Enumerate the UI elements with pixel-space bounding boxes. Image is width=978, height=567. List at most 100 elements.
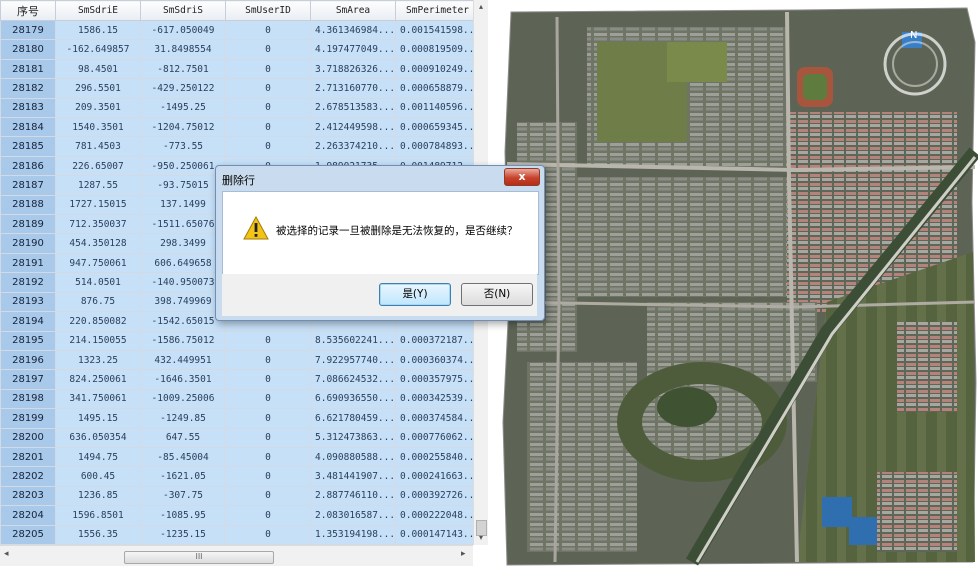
cell-smarea[interactable]: 6.690936550... bbox=[310, 388, 396, 410]
cell-smsdrie[interactable]: 781.4503 bbox=[55, 136, 141, 157]
cell-smperimeter[interactable]: 0.000342539... bbox=[395, 388, 480, 410]
cell-smsdrie[interactable]: 1540.3501 bbox=[55, 117, 141, 138]
aerial-map-image[interactable]: N bbox=[497, 2, 978, 567]
table-row[interactable]: 28179 1586.15 -617.050049 0 4.361346984... 0.… bbox=[0, 19, 480, 41]
cell-index[interactable]: 28205 bbox=[0, 524, 56, 546]
cell-smperimeter[interactable]: 0.000784893... bbox=[395, 136, 480, 157]
cell-smsdrie[interactable]: 824.250061 bbox=[55, 369, 141, 390]
cell-smsdrie[interactable]: 209.3501 bbox=[55, 97, 141, 119]
table-row[interactable]: 28185 781.4503 -773.55 0 2.263374210... 0.000… bbox=[0, 136, 480, 157]
cell-smuserid[interactable]: 0 bbox=[225, 78, 311, 99]
cell-smsdrie[interactable]: 1727.15015 bbox=[55, 194, 141, 216]
cell-smsdris[interactable]: 647.55 bbox=[140, 427, 226, 448]
cell-smarea[interactable]: 8.535602241... bbox=[310, 330, 396, 351]
cell-smarea[interactable]: 2.263374210... bbox=[310, 136, 396, 157]
table-row[interactable]: 28196 1323.25 432.449951 0 7.922957740... 0.0… bbox=[0, 349, 480, 371]
cell-smarea[interactable]: 3.718826326... bbox=[310, 58, 396, 80]
cell-smsdris[interactable]: 432.449951 bbox=[140, 349, 226, 371]
table-row[interactable]: 28182 296.5501 -429.250122 0 2.713160770... 0… bbox=[0, 78, 480, 99]
cell-smsdris[interactable]: -1085.95 bbox=[140, 505, 226, 526]
cell-smperimeter[interactable]: 0.000360374... bbox=[395, 349, 480, 371]
cell-smperimeter[interactable]: 0.000392726... bbox=[395, 485, 480, 507]
cell-smsdrie[interactable]: 1287.55 bbox=[55, 175, 141, 196]
cell-index[interactable]: 28183 bbox=[0, 97, 56, 119]
cell-index[interactable]: 28191 bbox=[0, 252, 56, 274]
column-header-smarea[interactable]: SmArea bbox=[310, 0, 396, 21]
column-header-smuserid[interactable]: SmUserID bbox=[225, 0, 311, 21]
cell-index[interactable]: 28200 bbox=[0, 427, 56, 448]
cell-smsdrie[interactable]: 1586.15 bbox=[55, 19, 141, 41]
cell-smsdrie[interactable]: 1495.15 bbox=[55, 408, 141, 429]
cell-smsdris[interactable]: 31.8498554 bbox=[140, 39, 226, 60]
table-row[interactable]: 28181 98.4501 -812.7501 0 3.718826326... 0.00… bbox=[0, 58, 480, 80]
cell-smuserid[interactable]: 0 bbox=[225, 369, 311, 390]
cell-smsdrie[interactable]: 98.4501 bbox=[55, 58, 141, 80]
table-row[interactable]: 28201 1494.75 -85.45004 0 4.090880588... 0.00… bbox=[0, 446, 480, 468]
cell-smuserid[interactable]: 0 bbox=[225, 58, 311, 80]
cell-smarea[interactable]: 6.621780459... bbox=[310, 408, 396, 429]
cell-smarea[interactable]: 2.678513583... bbox=[310, 97, 396, 119]
cell-smuserid[interactable]: 0 bbox=[225, 330, 311, 351]
cell-smsdris[interactable]: 137.1499 bbox=[140, 194, 226, 216]
column-header-smsdris[interactable]: SmSdriS bbox=[140, 0, 226, 21]
cell-smarea[interactable]: 3.481441907... bbox=[310, 466, 396, 487]
cell-smperimeter[interactable]: 0.000819509... bbox=[395, 39, 480, 60]
map-view[interactable]: N bbox=[497, 2, 978, 567]
cell-smsdris[interactable]: -85.45004 bbox=[140, 446, 226, 468]
cell-smperimeter[interactable]: 0.000241663... bbox=[395, 466, 480, 487]
cell-smsdris[interactable]: -1542.65015 bbox=[140, 311, 226, 332]
table-row[interactable]: 28197 824.250061 -1646.3501 0 7.086624532...… bbox=[0, 369, 480, 390]
cell-smuserid[interactable]: 0 bbox=[225, 505, 311, 526]
cell-smsdris[interactable]: 298.3499 bbox=[140, 233, 226, 254]
cell-smsdrie[interactable]: 947.750061 bbox=[55, 252, 141, 274]
cell-index[interactable]: 28198 bbox=[0, 388, 56, 410]
scroll-up-arrow-icon[interactable]: ▴ bbox=[474, 0, 488, 14]
cell-smsdris[interactable]: -429.250122 bbox=[140, 78, 226, 99]
table-row[interactable]: 28203 1236.85 -307.75 0 2.887746110... 0.0003… bbox=[0, 485, 480, 507]
cell-smperimeter[interactable]: 0.001541598... bbox=[395, 19, 480, 41]
cell-smsdris[interactable]: 398.749969 bbox=[140, 291, 226, 313]
yes-button[interactable]: 是(Y) bbox=[379, 283, 451, 306]
cell-smuserid[interactable]: 0 bbox=[225, 427, 311, 448]
cell-index[interactable]: 28193 bbox=[0, 291, 56, 313]
cell-smsdris[interactable]: -773.55 bbox=[140, 136, 226, 157]
cell-smuserid[interactable]: 0 bbox=[225, 97, 311, 119]
cell-smuserid[interactable]: 0 bbox=[225, 408, 311, 429]
cell-smsdrie[interactable]: 341.750061 bbox=[55, 388, 141, 410]
dialog-titlebar[interactable]: 删除行 x bbox=[216, 166, 544, 190]
cell-smsdrie[interactable]: 1323.25 bbox=[55, 349, 141, 371]
cell-smperimeter[interactable]: 0.001140596... bbox=[395, 97, 480, 119]
close-button[interactable]: x bbox=[504, 168, 540, 186]
cell-smarea[interactable]: 2.083016587... bbox=[310, 505, 396, 526]
cell-smuserid[interactable]: 0 bbox=[225, 19, 311, 41]
column-header-smsdrie[interactable]: SmSdriE bbox=[55, 0, 141, 21]
column-header-index[interactable]: 序号 bbox=[0, 0, 56, 21]
cell-smsdrie[interactable]: 712.350037 bbox=[55, 214, 141, 235]
cell-smuserid[interactable]: 0 bbox=[225, 466, 311, 487]
scroll-left-arrow-icon[interactable]: ◂ bbox=[4, 549, 9, 559]
cell-smperimeter[interactable]: 0.000222048... bbox=[395, 505, 480, 526]
cell-smsdrie[interactable]: 226.65007 bbox=[55, 155, 141, 177]
cell-smsdrie[interactable]: 454.350128 bbox=[55, 233, 141, 254]
cell-index[interactable]: 28190 bbox=[0, 233, 56, 254]
no-button[interactable]: 否(N) bbox=[461, 283, 533, 306]
cell-smuserid[interactable]: 0 bbox=[225, 388, 311, 410]
cell-index[interactable]: 28185 bbox=[0, 136, 56, 157]
cell-smsdrie[interactable]: 1494.75 bbox=[55, 446, 141, 468]
table-row[interactable]: 28199 1495.15 -1249.85 0 6.621780459... 0.000… bbox=[0, 408, 480, 429]
cell-smuserid[interactable]: 0 bbox=[225, 524, 311, 546]
cell-smsdrie[interactable]: 214.150055 bbox=[55, 330, 141, 351]
cell-smsdrie[interactable]: -162.649857 bbox=[55, 39, 141, 60]
cell-smperimeter[interactable]: 0.000374584... bbox=[395, 408, 480, 429]
cell-smuserid[interactable]: 0 bbox=[225, 446, 311, 468]
cell-smarea[interactable]: 7.086624532... bbox=[310, 369, 396, 390]
table-row[interactable]: 28180 -162.649857 31.8498554 0 4.197477049..… bbox=[0, 39, 480, 60]
cell-smuserid[interactable]: 0 bbox=[225, 485, 311, 507]
cell-smarea[interactable]: 4.197477049... bbox=[310, 39, 396, 60]
cell-smsdris[interactable]: -1009.25006 bbox=[140, 388, 226, 410]
cell-smperimeter[interactable]: 0.000910249... bbox=[395, 58, 480, 80]
cell-smsdrie[interactable]: 220.850082 bbox=[55, 311, 141, 332]
cell-index[interactable]: 28187 bbox=[0, 175, 56, 196]
cell-index[interactable]: 28196 bbox=[0, 349, 56, 371]
table-row[interactable]: 28200 636.050354 647.55 0 5.312473863... 0.00… bbox=[0, 427, 480, 448]
